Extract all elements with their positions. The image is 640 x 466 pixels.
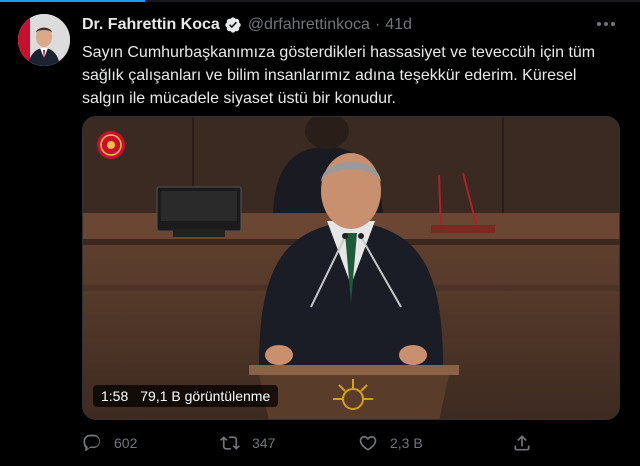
reply-icon <box>83 434 101 452</box>
tweet-text-line: sağlık çalışanları ve bilim insanlarımız… <box>82 67 577 84</box>
tweet-timestamp[interactable]: 41d <box>385 16 412 34</box>
like-count: 2,3 B <box>390 435 423 451</box>
avatar-image <box>18 14 70 66</box>
tweet-text-line: salgın ile mücadele siyaset üstü bir kon… <box>82 90 396 107</box>
verified-badge-icon <box>225 17 241 33</box>
video-views: 79,1 B görüntülenme <box>140 388 271 404</box>
like-button[interactable]: 2,3 B <box>358 430 423 456</box>
reply-button[interactable]: 602 <box>82 430 137 456</box>
share-icon <box>514 435 530 451</box>
tweet-header: Dr. Fahrettin Koca @drfahrettinkoca · 41… <box>82 14 412 36</box>
video-player[interactable]: 1:58 79,1 B görüntülenme <box>82 116 620 420</box>
more-options-button[interactable] <box>594 14 618 34</box>
share-button[interactable] <box>512 430 532 456</box>
video-duration: 1:58 <box>101 388 129 404</box>
author-handle[interactable]: @drfahrettinkoca <box>248 16 370 34</box>
avatar[interactable] <box>18 14 70 66</box>
video-info-badge: 1:58 79,1 B görüntülenme <box>93 385 279 407</box>
more-dots-icon <box>597 22 615 26</box>
tweet-text-line: Sayın Cumhurbaşkanımıza gösterdikleri ha… <box>82 44 596 61</box>
separator-dot: · <box>374 16 381 33</box>
action-bar: 602 347 2,3 B <box>82 430 622 456</box>
author-name[interactable]: Dr. Fahrettin Koca <box>82 16 220 34</box>
tweet[interactable]: Dr. Fahrettin Koca @drfahrettinkoca · 41… <box>0 0 640 466</box>
video-thumbnail <box>83 117 619 419</box>
reply-count: 602 <box>114 435 138 451</box>
retweet-button[interactable]: 347 <box>220 430 275 456</box>
tweet-text: Sayın Cumhurbaşkanımıza gösterdikleri ha… <box>82 41 622 110</box>
retweet-icon <box>220 436 240 450</box>
retweet-count: 347 <box>252 435 276 451</box>
heart-icon <box>359 435 377 451</box>
